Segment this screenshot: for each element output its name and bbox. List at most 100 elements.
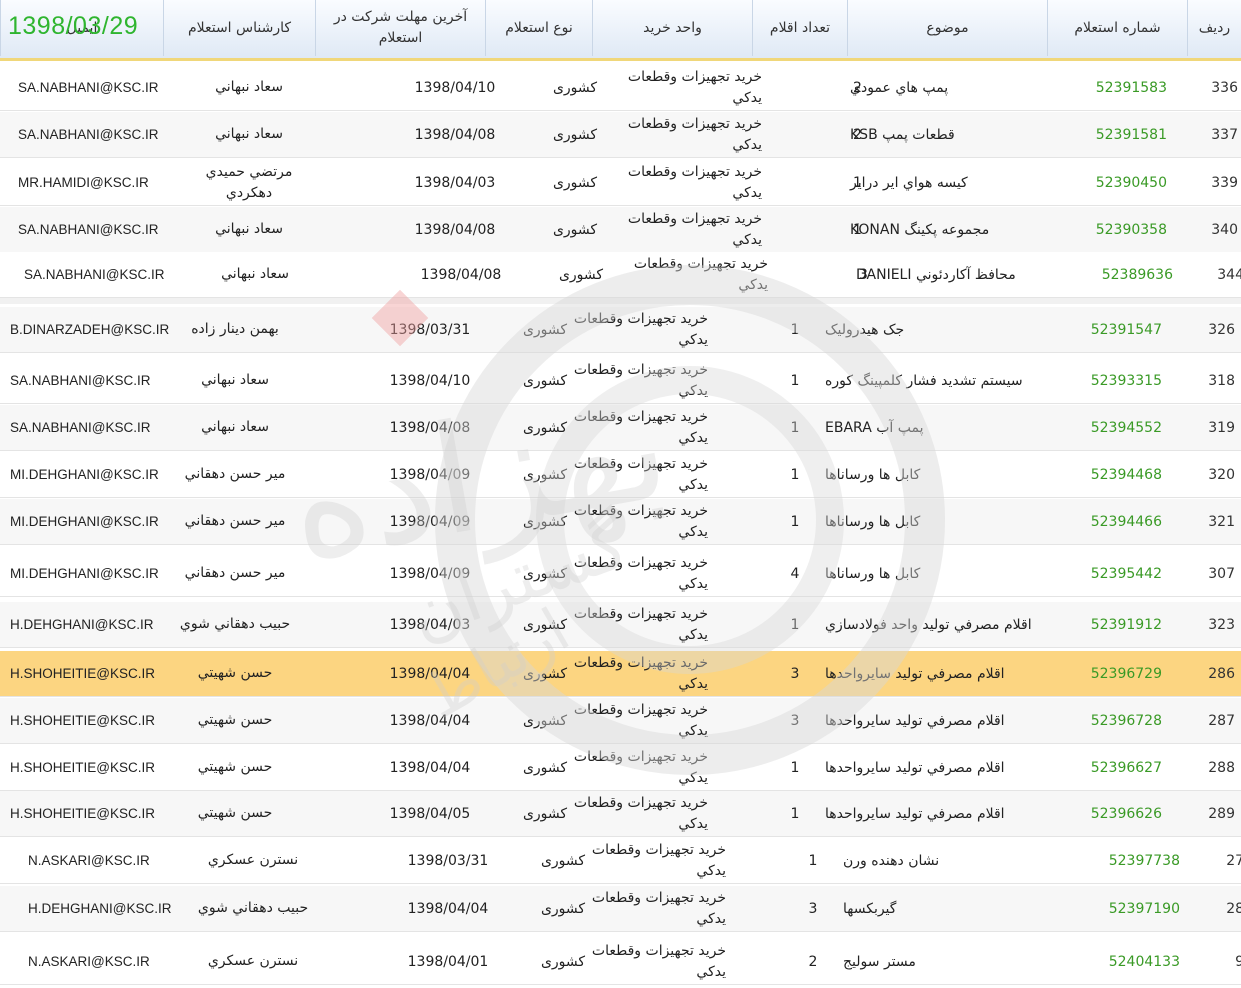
cell-mail: H.DEHGHANI@KSC.IR <box>10 617 154 632</box>
cell-type: کشوری <box>540 852 586 869</box>
header-karshenas[interactable]: کارشناس استعلام <box>163 0 315 56</box>
cell-num[interactable]: 52390358 <box>1050 207 1167 252</box>
cell-num[interactable]: 52391583 <box>1050 65 1167 110</box>
cell-num[interactable]: 52396627 <box>1045 745 1162 790</box>
table-row[interactable]: 94 52404133 مستر سوليج 2 خريد تجهيزات وقطعات… <box>0 939 1241 985</box>
cell-cnt: 1 <box>853 174 862 191</box>
cell-mail: N.ASKARI@KSC.IR <box>28 954 150 969</box>
cell-num[interactable]: 52391912 <box>1045 602 1162 647</box>
cell-num[interactable]: 52396729 <box>1045 651 1162 696</box>
table-row[interactable]: 288 52396627 اقلام مصرفي توليد سايرواحدها 1… <box>0 745 1241 791</box>
cell-exp: سعاد نبهاني <box>215 79 283 95</box>
cell-type: کشوری <box>522 616 568 633</box>
cell-cnt: 3 <box>790 665 800 682</box>
cell-unit: خريد تجهيزات وقطعات يدكي <box>573 654 708 692</box>
cell-exp: حسن شهيتي <box>197 759 273 775</box>
cell-subj: اقلام مصرفي توليد سايرواحدها <box>825 805 1005 822</box>
cell-exp: بهمن دينار زاده <box>191 321 279 337</box>
cell-unit: خريد تجهيزات وقطعات يدكي <box>573 455 708 493</box>
cell-type: کشوری <box>522 712 568 729</box>
date-stamp: 1398/03/29 <box>8 12 139 40</box>
cell-idx: 344 <box>1217 266 1241 283</box>
cell-subj: پمپ آب EBARA <box>825 419 924 436</box>
header-karshenas-label: کارشناس استعلام <box>187 19 292 36</box>
cell-subj: اقلام مصرفي توليد سايرواحدها <box>825 665 1005 682</box>
cell-cnt: 2 <box>808 953 818 970</box>
table-row[interactable]: 318 52393315 سيستم تشديد فشار كلمپينگ كوره… <box>0 358 1241 404</box>
table-row[interactable]: 340 52390358 مجموعه پكينگ KONAN 1 خريد تجهيز… <box>0 207 1241 253</box>
cell-cnt: 1 <box>790 759 800 776</box>
cell-idx: 307 <box>1208 565 1235 582</box>
cell-exp: حسن شهيتي <box>197 805 273 821</box>
cell-num[interactable]: 52393315 <box>1045 358 1162 403</box>
cell-exp: مير حسن دهقاني <box>184 565 286 581</box>
header-radif[interactable]: ردیف <box>1187 0 1241 56</box>
table-row[interactable]: 289 52396626 اقلام مصرفي توليد سايرواحدها 1… <box>0 791 1241 837</box>
cell-num[interactable]: 52391581 <box>1050 112 1167 157</box>
cell-date: 1398/04/09 <box>389 565 471 582</box>
cell-num[interactable]: 52394468 <box>1045 452 1162 497</box>
table-row[interactable]: 339 52390450 كيسه هواي اير دراير 1 خريد تجهي… <box>0 160 1241 206</box>
cell-cnt: 1 <box>790 372 800 389</box>
cell-mail: MI.DEHGHANI@KSC.IR <box>10 514 159 529</box>
cell-num[interactable]: 52396728 <box>1045 698 1162 743</box>
cell-date: 1398/03/31 <box>407 852 489 869</box>
header-radif-label: ردیف <box>1198 19 1231 36</box>
cell-cnt: 1 <box>790 466 800 483</box>
cell-date: 1398/04/08 <box>414 221 496 238</box>
header-mohlat[interactable]: آخرین مهلت شرکت در استعلام <box>315 0 485 56</box>
cell-unit: خريد تجهيزات وقطعات يدكي <box>633 255 768 293</box>
cell-num[interactable]: 52395442 <box>1045 551 1162 596</box>
cell-idx: 319 <box>1208 419 1235 436</box>
header-shomare[interactable]: شماره استعلام <box>1047 0 1187 56</box>
cell-date: 1398/04/04 <box>389 665 471 682</box>
table-row[interactable]: 321 52394466 كابل ها ورساناها 1 خريد تجهيزات… <box>0 499 1241 545</box>
header-vahed-label: واحد خرید <box>643 19 702 36</box>
cell-mail: H.DEHGHANI@KSC.IR <box>28 901 172 916</box>
cell-cnt: 4 <box>790 565 800 582</box>
table-row[interactable]: 344 52389636 محافظ آكاردئوني DANIELI 3 خريد … <box>0 252 1241 298</box>
cell-exp: مير حسن دهقاني <box>184 466 286 482</box>
cell-num[interactable]: 52391547 <box>1045 307 1162 352</box>
cell-idx: 287 <box>1208 712 1235 729</box>
cell-unit: خريد تجهيزات وقطعات يدكي <box>591 841 726 879</box>
cell-unit: خريد تجهيزات وقطعات يدكي <box>573 408 708 446</box>
table-row[interactable]: 336 52391583 پمپ هاي عمودي 2 خريد تجهيزات وق… <box>0 65 1241 111</box>
cell-num[interactable]: 52394552 <box>1045 405 1162 450</box>
cell-num[interactable]: 52389636 <box>1056 252 1173 297</box>
table-row[interactable]: 326 52391547 جک هیدرولیک 1 خريد تجهيزات وقطع… <box>0 307 1241 353</box>
cell-type: کشوری <box>540 900 586 917</box>
table-row[interactable]: 307 52395442 كابل ها ورساناها 4 خريد تجهيزات… <box>0 551 1241 597</box>
cell-num[interactable]: 52404133 <box>1063 939 1180 984</box>
header-mozoo[interactable]: موضوع <box>847 0 1047 56</box>
table-row[interactable]: 286 52396729 اقلام مصرفي توليد سايرواحدها 3… <box>0 651 1241 697</box>
cell-date: 1398/04/09 <box>389 513 471 530</box>
cell-num[interactable]: 52396626 <box>1045 791 1162 836</box>
table-row[interactable]: 278 52397738 نشان دهنده ورن 1 خريد تجهيزات و… <box>0 838 1241 884</box>
cell-subj: كابل ها ورساناها <box>825 466 921 483</box>
cell-subj: جک هیدرولیک <box>825 321 905 338</box>
cell-mail: SA.NABHANI@KSC.IR <box>24 267 165 282</box>
header-vahed[interactable]: واحد خرید <box>592 0 752 56</box>
cell-num[interactable]: 52394466 <box>1045 499 1162 544</box>
cell-date: 1398/04/04 <box>407 900 489 917</box>
cell-exp: سعاد نبهاني <box>201 419 269 435</box>
cell-num[interactable]: 52397190 <box>1063 886 1180 931</box>
header-tedad[interactable]: تعداد اقلام <box>752 0 847 56</box>
table-row[interactable]: 319 52394552 پمپ آب EBARA 1 خريد تجهيزات وقط… <box>0 405 1241 451</box>
cell-date: 1398/04/08 <box>414 126 496 143</box>
header-noe-label: نوع استعلام <box>505 19 573 36</box>
cell-exp: نسترن عسكري <box>207 852 299 868</box>
table-row[interactable]: 320 52394468 كابل ها ورساناها 1 خريد تجهيزات… <box>0 452 1241 498</box>
cell-num[interactable]: 52390450 <box>1050 160 1167 205</box>
cell-mail: SA.NABHANI@KSC.IR <box>10 373 151 388</box>
table-row[interactable]: 287 52396728 اقلام مصرفي توليد سايرواحدها 3… <box>0 698 1241 744</box>
header-noe[interactable]: نوع استعلام <box>485 0 592 56</box>
cell-exp: حبيب دهقاني شوي <box>197 900 309 916</box>
cell-mail: B.DINARZADEH@KSC.IR <box>10 322 170 337</box>
table-row[interactable]: 337 52391581 قطعات پمپ KSB 2 خريد تجهيزات وق… <box>0 112 1241 158</box>
cell-idx: 286 <box>1208 665 1235 682</box>
table-row[interactable]: 323 52391912 اقلام مصرفي توليد واحد فولادس… <box>0 602 1241 648</box>
table-row[interactable]: 282 52397190 گيربكسها 3 خريد تجهيزات وقطعات … <box>0 886 1241 932</box>
cell-num[interactable]: 52397738 <box>1063 838 1180 883</box>
